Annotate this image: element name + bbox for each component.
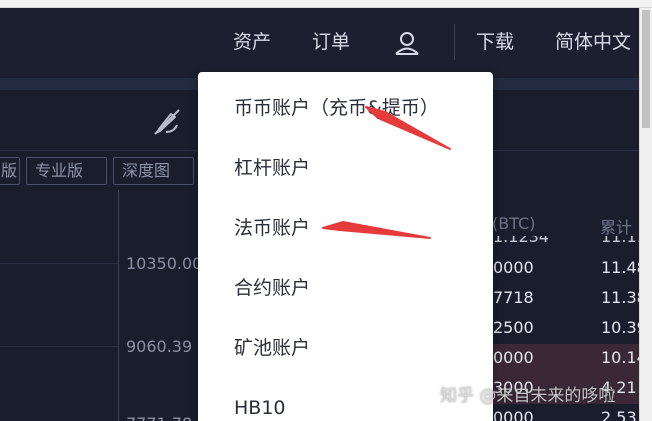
assets-dropdown-menu: 币币账户（充币&提币） 杠杆账户 法币账户 合约账户 矿池账户 HB10 [198, 72, 493, 421]
orderbook-row[interactable]: 0000 2.53 [493, 404, 639, 421]
price-gridline [0, 346, 118, 347]
depth-chart-button[interactable]: 深度图 [113, 157, 194, 185]
orderbook-amount: 0000 [493, 348, 534, 367]
user-icon[interactable] [394, 30, 420, 56]
orderbook-row[interactable]: 7718 11.38 [493, 284, 647, 314]
orderbook-amount: 7718 [493, 288, 534, 307]
menu-item-spot-account[interactable]: 币币账户（充币&提币） [234, 94, 439, 122]
chart-mode-button-partial[interactable]: 版 [0, 157, 20, 185]
nav-divider [454, 24, 455, 60]
orderbook-amount: 2500 [493, 318, 534, 337]
menu-item-margin-account[interactable]: 杠杆账户 [234, 154, 310, 182]
menu-item-futures-account[interactable]: 合约账户 [234, 274, 310, 302]
orderbook-amount: 0000 [493, 408, 534, 421]
orderbook-row[interactable]: 0000 10.14 [493, 344, 647, 374]
pro-chart-button[interactable]: 专业版 [26, 157, 107, 185]
price-gridline [0, 263, 118, 264]
orderbook-amount-header: (BTC) [492, 214, 536, 233]
orderbook-amount: 0000 [493, 258, 534, 277]
nav-download-link[interactable]: 下载 [476, 28, 514, 56]
orderbook-total: 2.53 [601, 408, 637, 421]
menu-item-hb10[interactable]: HB10 [234, 394, 286, 421]
chart-axis-line [118, 190, 119, 421]
orderbook-row[interactable]: 2500 10.39 [493, 314, 647, 344]
nav-assets-link[interactable]: 资产 [233, 28, 271, 56]
browser-chrome-strip [0, 0, 652, 8]
menu-item-fiat-account[interactable]: 法币账户 [234, 214, 310, 242]
orderbook-total-header: 累计 [600, 218, 633, 237]
orderbook-amount: 1.1234 [493, 236, 549, 244]
nav-orders-link[interactable]: 订单 [312, 28, 350, 56]
top-navigation-bar: 资产 订单 下载 简体中文 [0, 8, 639, 78]
price-label: 9060.39 [126, 337, 193, 356]
scrollbar-thumb[interactable] [642, 10, 650, 128]
orderbook-row-cut: 1.1234 11.11 [493, 236, 639, 244]
watermark-text: 知乎 @来自未来的哆啦 [440, 386, 616, 406]
orderbook-total: 11.11 [601, 236, 639, 244]
price-label: 7771.78 [126, 414, 192, 421]
price-label: 10350.00 [126, 254, 203, 273]
scrollbar[interactable] [639, 8, 652, 421]
edit-hidden-icon[interactable] [152, 107, 182, 137]
language-selector[interactable]: 简体中文 [555, 28, 631, 56]
menu-item-pool-account[interactable]: 矿池账户 [234, 334, 310, 362]
orderbook-row[interactable]: 0000 11.48 [493, 254, 647, 284]
